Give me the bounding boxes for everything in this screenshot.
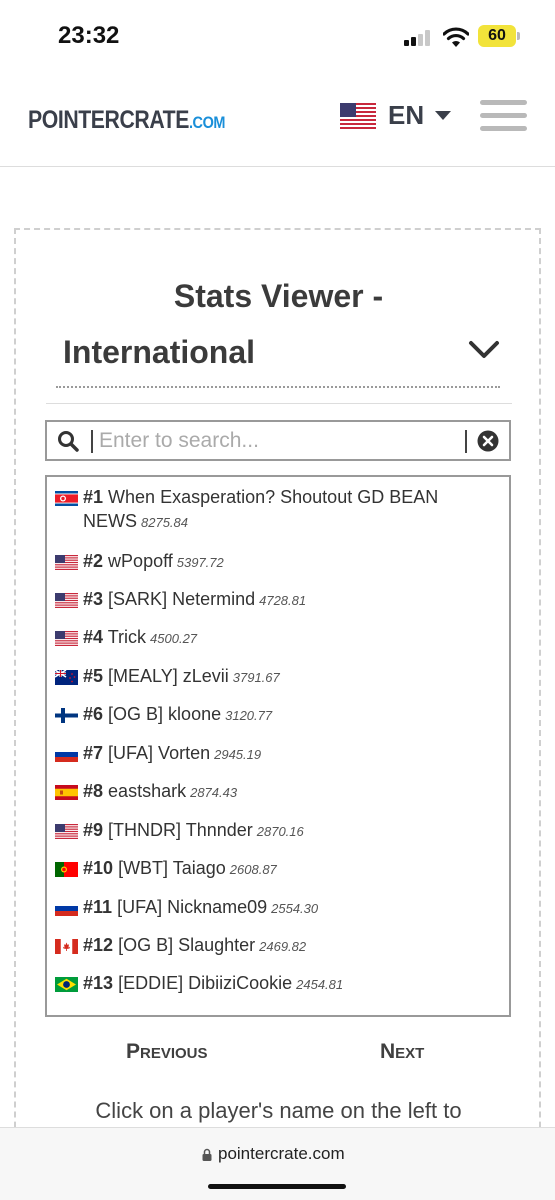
player-score: 2469.82 (259, 939, 307, 954)
player-score: 4500.27 (150, 631, 198, 646)
player-name[interactable]: When Exasperation? Shoutout GD BEAN NEWS (83, 487, 438, 531)
spain-flag-icon (55, 785, 78, 800)
north-korea-flag-icon (55, 491, 78, 506)
browser-address-bar[interactable]: pointercrate.com (0, 1127, 555, 1200)
player-list-item[interactable]: #12 [OG B] Slaughter 2469.82 (55, 933, 495, 959)
previous-button[interactable]: Previous (126, 1040, 208, 1064)
player-list-item[interactable]: #13 [EDDIE] DibiiziCookie 2454.81 (55, 971, 495, 997)
player-rank: #12 (83, 935, 114, 955)
instruction-text: Click on a player's name on the left to (95, 1098, 462, 1123)
player-rank: #7 (83, 743, 104, 763)
region-dropdown-label[interactable]: International (63, 334, 255, 371)
player-rank: #2 (83, 551, 104, 571)
wifi-icon (443, 27, 469, 47)
russia-flag-icon (55, 901, 78, 916)
portugal-flag-icon (55, 862, 78, 877)
clear-icon[interactable] (477, 430, 499, 452)
finland-flag-icon (55, 708, 78, 723)
player-name[interactable]: [MEALY] zLevii (108, 666, 229, 686)
usa-flag-icon (55, 631, 78, 646)
russia-flag-icon (55, 747, 78, 762)
player-score: 3791.67 (232, 670, 280, 685)
player-score: 2870.16 (256, 824, 304, 839)
home-indicator (208, 1184, 346, 1189)
language-selector[interactable]: EN (388, 100, 424, 131)
player-list-item[interactable]: #7 [UFA] Vorten 2945.19 (55, 741, 495, 767)
player-list-item[interactable]: #8 eastshark 2874.43 (55, 779, 495, 805)
divider (46, 403, 512, 404)
usa-flag-icon (55, 593, 78, 608)
status-bar: 23:32 60 (0, 0, 555, 70)
player-rank: #8 (83, 781, 104, 801)
player-score: 5397.72 (176, 555, 224, 570)
page-title: Stats Viewer - (173, 278, 384, 314)
player-rank: #1 (83, 487, 104, 507)
player-name[interactable]: [UFA] Vorten (108, 743, 210, 763)
site-logo[interactable]: POINTERCRATE.COM (28, 106, 225, 135)
player-list-item[interactable]: #4 Trick 4500.27 (55, 625, 495, 651)
player-name[interactable]: Trick (108, 627, 146, 647)
url-text[interactable]: pointercrate.com (218, 1144, 345, 1164)
usa-flag-icon (55, 824, 78, 839)
player-rank: #4 (83, 627, 104, 647)
player-list-item[interactable]: #6 [OG B] kloone 3120.77 (55, 702, 495, 728)
player-name[interactable]: [THNDR] Thnnder (108, 820, 253, 840)
player-score: 8275.84 (141, 515, 188, 530)
player-name[interactable]: [OG B] Slaughter (118, 935, 255, 955)
search-divider (465, 430, 467, 453)
cellular-signal-icon (404, 30, 434, 46)
player-score: 2874.43 (190, 785, 238, 800)
canada-flag-icon (55, 939, 78, 954)
brazil-flag-icon (55, 977, 78, 992)
player-score: 2945.19 (214, 747, 262, 762)
new-zealand-flag-icon (55, 670, 78, 685)
search-input[interactable] (99, 426, 459, 456)
player-name[interactable]: [SARK] Netermind (108, 589, 255, 609)
player-score: 2608.87 (229, 862, 277, 877)
player-rank: #3 (83, 589, 104, 609)
stats-viewer-panel: Stats Viewer - International #1 When Exa… (14, 228, 541, 1200)
player-rank: #6 (83, 704, 104, 724)
search-box (45, 420, 511, 461)
search-icon (58, 431, 79, 452)
chevron-down-icon[interactable] (468, 338, 500, 362)
next-button[interactable]: Next (380, 1040, 424, 1064)
player-list-item[interactable]: #5 [MEALY] zLevii 3791.67 (55, 664, 495, 690)
player-list[interactable]: #1 When Exasperation? Shoutout GD BEAN N… (45, 475, 511, 1017)
player-name[interactable]: [UFA] Nickname09 (117, 897, 267, 917)
player-rank: #11 (83, 897, 113, 917)
player-name[interactable]: [OG B] kloone (108, 704, 221, 724)
lock-icon (202, 1148, 212, 1161)
clock: 23:32 (58, 22, 120, 49)
player-rank: #10 (83, 858, 114, 878)
caret-down-icon[interactable] (435, 111, 451, 120)
usa-flag-icon (55, 555, 78, 570)
player-list-item[interactable]: #9 [THNDR] Thnnder 2870.16 (55, 818, 495, 844)
player-name[interactable]: [WBT] Taiago (118, 858, 226, 878)
player-name[interactable]: [EDDIE] DibiiziCookie (118, 973, 292, 993)
menu-icon[interactable] (480, 100, 527, 134)
player-score: 4728.81 (259, 593, 307, 608)
text-cursor (91, 430, 93, 453)
player-score: 3120.77 (225, 708, 273, 723)
player-list-item[interactable]: #3 [SARK] Netermind 4728.81 (55, 587, 495, 613)
player-name[interactable]: wPopoff (108, 551, 173, 571)
player-score: 2554.30 (271, 901, 319, 916)
battery-indicator: 60 (478, 25, 520, 47)
site-header: POINTERCRATE.COM EN (0, 70, 555, 167)
player-rank: #13 (83, 973, 114, 993)
player-list-item[interactable]: #10 [WBT] Taiago 2608.87 (55, 856, 495, 882)
player-rank: #5 (83, 666, 104, 686)
dropdown-underline (56, 386, 500, 388)
player-name[interactable]: eastshark (108, 781, 186, 801)
player-list-item[interactable]: #2 wPopoff 5397.72 (55, 549, 495, 575)
player-rank: #9 (83, 820, 104, 840)
player-list-item[interactable]: #11 [UFA] Nickname09 2554.30 (55, 895, 495, 921)
player-score: 2454.81 (296, 977, 344, 992)
us-flag-icon[interactable] (340, 103, 376, 129)
player-list-item[interactable]: #1 When Exasperation? Shoutout GD BEAN N… (55, 485, 495, 535)
